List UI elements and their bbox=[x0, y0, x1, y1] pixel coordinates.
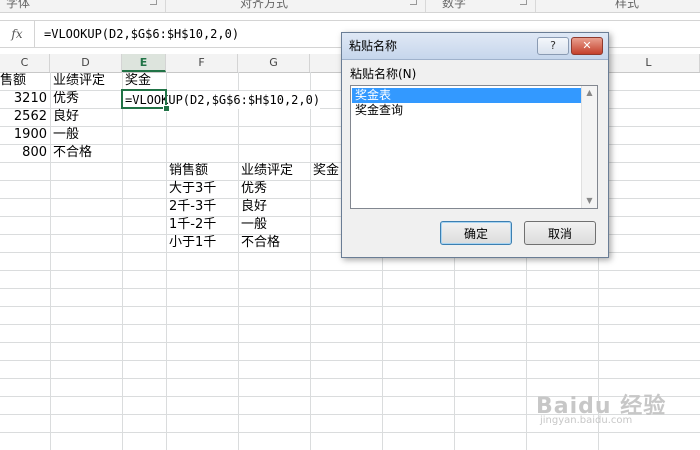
cell-sales[interactable]: 2562 bbox=[0, 108, 47, 126]
grid-line bbox=[310, 72, 311, 450]
lookup-sales[interactable]: 小于1千 bbox=[169, 234, 237, 252]
number-dialog-launcher-icon[interactable] bbox=[520, 0, 527, 5]
lookup-header-rating[interactable]: 业绩评定 bbox=[241, 162, 309, 180]
ribbon-group-styles: 样式 bbox=[615, 0, 640, 10]
dialog-title-bar[interactable]: 粘贴名称 ? ✕ bbox=[342, 33, 608, 60]
ribbon-separator bbox=[165, 0, 166, 12]
cell-sales[interactable]: 800 bbox=[0, 144, 47, 162]
grid-line bbox=[0, 324, 700, 325]
column-header-d[interactable]: D bbox=[50, 54, 122, 72]
lookup-header-bonus[interactable]: 奖金 bbox=[313, 162, 343, 180]
cell-sales[interactable]: 1900 bbox=[0, 126, 47, 144]
name-listbox[interactable]: 奖金表 奖金查询 ▲ ▼ bbox=[350, 85, 598, 209]
alignment-dialog-launcher-icon[interactable] bbox=[410, 0, 417, 5]
grid-line bbox=[122, 72, 123, 450]
dialog-title: 粘贴名称 bbox=[349, 39, 398, 53]
active-cell-border bbox=[121, 89, 167, 109]
grid-line bbox=[238, 72, 239, 450]
lookup-sales[interactable]: 1千-2千 bbox=[169, 216, 237, 234]
grid-line bbox=[0, 378, 700, 379]
cell-sales[interactable]: 3210 bbox=[0, 90, 47, 108]
lookup-rating[interactable]: 不合格 bbox=[241, 234, 309, 252]
font-dialog-launcher-icon[interactable] bbox=[150, 0, 157, 5]
column-header-g[interactable]: G bbox=[238, 54, 310, 72]
lookup-rating[interactable]: 良好 bbox=[241, 198, 309, 216]
cell-rating[interactable]: 优秀 bbox=[53, 90, 121, 108]
cell-d1[interactable]: 业绩评定 bbox=[53, 72, 121, 90]
lookup-rating[interactable]: 优秀 bbox=[241, 180, 309, 198]
grid-line bbox=[0, 270, 700, 271]
formula-input[interactable]: =VLOOKUP(D2,$G$6:$H$10,2,0) bbox=[44, 21, 239, 47]
cell-c1[interactable]: 售额 bbox=[0, 72, 48, 90]
cancel-button[interactable]: 取消 bbox=[524, 221, 596, 245]
fill-handle[interactable] bbox=[163, 105, 170, 112]
grid-line bbox=[166, 72, 167, 450]
grid-line bbox=[0, 288, 700, 289]
scroll-down-icon[interactable]: ▼ bbox=[582, 194, 597, 208]
help-button[interactable]: ? bbox=[537, 37, 569, 55]
grid-line bbox=[0, 432, 700, 433]
insert-function-icon[interactable]: fx bbox=[0, 21, 35, 47]
watermark-url: jingyan.baidu.com bbox=[540, 415, 633, 426]
list-item-bonus-table[interactable]: 奖金表 bbox=[352, 88, 581, 103]
cell-e1[interactable]: 奖金 bbox=[125, 72, 165, 90]
cell-rating[interactable]: 不合格 bbox=[53, 144, 121, 162]
ribbon-group-number: 数字 bbox=[442, 0, 467, 10]
ribbon-group-font: 字体 bbox=[6, 0, 31, 10]
column-header-f[interactable]: F bbox=[166, 54, 238, 72]
cell-rating[interactable]: 一般 bbox=[53, 126, 121, 144]
ribbon-group-alignment: 对齐方式 bbox=[240, 0, 289, 10]
ok-button[interactable]: 确定 bbox=[440, 221, 512, 245]
grid-line bbox=[0, 342, 700, 343]
lookup-rating[interactable]: 一般 bbox=[241, 216, 309, 234]
grid-line bbox=[0, 360, 700, 361]
column-header-c[interactable]: C bbox=[0, 54, 50, 72]
close-button[interactable]: ✕ bbox=[571, 37, 603, 55]
ribbon-group-labels: 字体 对齐方式 数字 样式 bbox=[0, 0, 700, 13]
name-list-label: 粘贴名称(N) bbox=[350, 67, 417, 81]
lookup-sales[interactable]: 2千-3千 bbox=[169, 198, 237, 216]
ribbon-separator bbox=[535, 0, 536, 12]
lookup-header-sales[interactable]: 销售额 bbox=[169, 162, 237, 180]
scroll-up-icon[interactable]: ▲ bbox=[582, 86, 597, 100]
list-item-bonus-lookup[interactable]: 奖金查询 bbox=[352, 103, 581, 118]
cell-rating[interactable]: 良好 bbox=[53, 108, 121, 126]
column-header-l[interactable]: L bbox=[598, 54, 700, 72]
listbox-scrollbar[interactable]: ▲ ▼ bbox=[581, 86, 597, 208]
lookup-sales[interactable]: 大于3千 bbox=[169, 180, 237, 198]
grid-line bbox=[0, 306, 700, 307]
grid-line bbox=[50, 72, 51, 450]
ribbon-separator bbox=[425, 0, 426, 12]
paste-name-dialog: 粘贴名称 ? ✕ 粘贴名称(N) 奖金表 奖金查询 ▲ ▼ 确定 取消 bbox=[341, 32, 609, 258]
column-header-e[interactable]: E bbox=[122, 54, 166, 72]
